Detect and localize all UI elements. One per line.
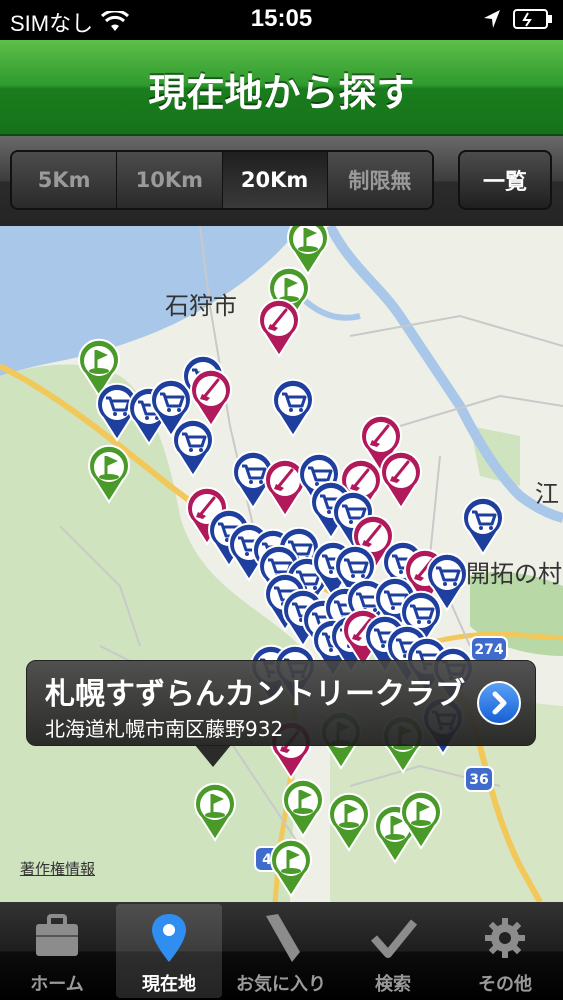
distance-option-unlimited[interactable]: 制限無 <box>327 152 432 208</box>
shopping-cart-map-pin[interactable] <box>270 378 316 438</box>
gear-icon <box>485 918 525 958</box>
map-credit-link[interactable]: 著作権情報 <box>20 858 95 879</box>
location-arrow-icon <box>484 10 500 28</box>
chevron-right-icon <box>492 691 507 715</box>
bookmark-icon <box>266 914 300 962</box>
distance-toolbar: 5Km 10Km 20Km 制限無 一覧 <box>0 136 563 226</box>
callout-pointer <box>195 745 231 767</box>
golf-flag-map-pin[interactable] <box>192 782 238 842</box>
clock: 15:05 <box>250 5 313 32</box>
tab-favorites-label: お気に入り <box>236 974 326 995</box>
tab-current-location-label: 現在地 <box>142 974 196 995</box>
tab-other[interactable]: その他 <box>452 904 558 998</box>
status-right <box>483 8 553 30</box>
page-title: 現在地から探す <box>148 71 415 115</box>
status-bar: SIMなし 15:05 <box>0 0 563 40</box>
shopping-cart-map-pin[interactable] <box>170 418 216 478</box>
golf-flag-map-pin[interactable] <box>398 790 444 850</box>
callout-title: 札幌すずらんカントリークラブ <box>45 677 465 712</box>
route-274-label: 274 <box>474 642 503 658</box>
tab-search-label: 検索 <box>375 974 411 995</box>
checkmark-icon <box>370 919 418 958</box>
distance-segmented-control: 5Km 10Km 20Km 制限無 <box>10 150 434 210</box>
tab-favorites[interactable]: お気に入り <box>228 904 334 998</box>
shopping-cart-map-pin[interactable] <box>460 496 506 556</box>
map-label-kaitaku: 開拓の村 <box>466 560 562 588</box>
tab-home-label: ホーム <box>30 974 84 995</box>
route-36-label: 36 <box>469 772 488 788</box>
briefcase-icon <box>36 914 78 956</box>
list-button[interactable]: 一覧 <box>458 150 552 210</box>
golf-flag-map-pin[interactable] <box>86 444 132 504</box>
golf-flag-map-pin[interactable] <box>326 792 372 852</box>
route-shield-36: 36 <box>464 766 494 792</box>
tab-home[interactable]: ホーム <box>4 904 110 998</box>
tab-other-label: その他 <box>478 974 532 995</box>
distance-option-20km[interactable]: 20Km <box>222 152 328 208</box>
distance-option-5km[interactable]: 5Km <box>12 152 118 208</box>
golf-flag-map-pin[interactable] <box>268 838 314 898</box>
map-view[interactable]: 石狩市 江 開拓の村 274 36 4 著作権情報 札幌すずらんカントリークラブ… <box>0 226 563 902</box>
detail-disclosure-button[interactable] <box>477 681 521 725</box>
navigation-bar: 現在地から探す <box>0 40 563 136</box>
tab-bar: ホーム 現在地 お気に入り 検索 その他 <box>0 902 563 1000</box>
tab-search[interactable]: 検索 <box>340 904 446 998</box>
distance-option-10km[interactable]: 10Km <box>117 152 223 208</box>
golf-flag-map-pin[interactable] <box>280 778 326 838</box>
golf-club-map-pin[interactable] <box>256 298 302 358</box>
battery-icon <box>513 9 552 29</box>
tab-current-location[interactable]: 現在地 <box>116 904 222 998</box>
map-label-east: 江 <box>535 480 559 508</box>
golf-club-map-pin[interactable] <box>378 450 424 510</box>
location-callout[interactable]: 札幌すずらんカントリークラブ 北海道札幌市南区藤野932 <box>26 660 536 767</box>
callout-address: 北海道札幌市南区藤野932 <box>45 717 284 741</box>
map-label-ishikari: 石狩市 <box>165 292 237 320</box>
map-pin-icon <box>152 914 186 962</box>
